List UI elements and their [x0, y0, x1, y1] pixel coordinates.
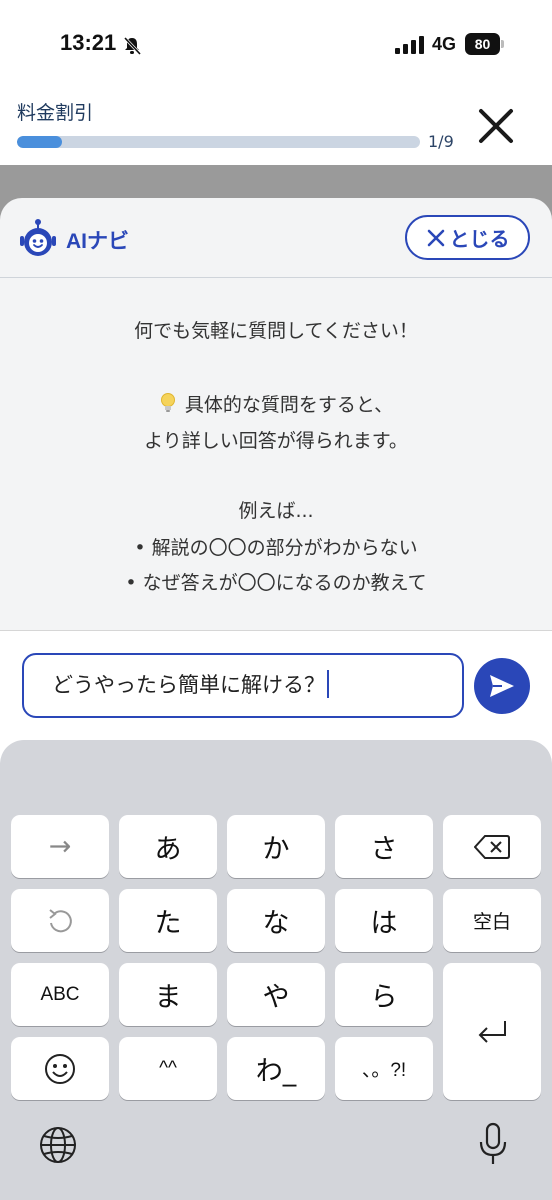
sheet-title: AIナビ — [66, 230, 129, 253]
close-icon — [427, 229, 444, 246]
space-key[interactable]: 空白 — [443, 889, 541, 952]
question-input-value: どうやったら簡単に解ける？ — [52, 673, 325, 697]
example-item: • 解説の〇〇の部分がわからない — [134, 537, 418, 559]
key-wa[interactable]: わ_ — [227, 1037, 325, 1100]
send-icon — [490, 675, 514, 697]
keyboard: → あ か さ た な は 空白 ABC ま や ら ^^ わ_ 、。?! — [0, 740, 552, 1200]
network-type: 4G — [432, 34, 457, 54]
backspace-icon — [474, 834, 510, 859]
key-kaomoji[interactable]: ^^ — [119, 1037, 217, 1100]
progress-bar — [17, 136, 420, 148]
sheet-header: AIナビ とじる — [0, 198, 552, 278]
key-ra[interactable]: ら — [335, 963, 433, 1026]
return-icon — [478, 1020, 506, 1043]
key-ma[interactable]: ま — [119, 963, 217, 1026]
return-key[interactable] — [443, 963, 541, 1100]
intro-message: 何でも気軽に質問してください！ — [134, 320, 418, 342]
tip-line-1-text: 具体的な質問をすると、 — [184, 394, 394, 416]
ai-navi-sheet: AIナビ とじる 何でも気軽に質問してください！ 具体的な質問をすると、 より詳… — [0, 198, 552, 630]
globe-icon[interactable] — [38, 1125, 78, 1165]
abc-key[interactable]: ABC — [11, 963, 109, 1026]
status-bar: 13:21 4G 80 — [0, 0, 552, 90]
microphone-icon[interactable] — [478, 1122, 508, 1166]
close-icon[interactable] — [476, 106, 516, 146]
key-ha[interactable]: は — [335, 889, 433, 952]
undo-icon — [49, 908, 72, 932]
robot-icon — [20, 219, 56, 256]
cellular-signal-icon — [395, 36, 424, 54]
key-sa[interactable]: さ — [335, 815, 433, 878]
lightbulb-icon — [160, 393, 175, 412]
close-button-label: とじる — [449, 227, 510, 251]
undo-key[interactable] — [11, 889, 109, 952]
tip-line-1: 具体的な質問をすると、 — [0, 390, 552, 417]
emoji-key[interactable] — [11, 1037, 109, 1100]
progress-fill — [17, 136, 62, 148]
battery-level: 80 — [465, 33, 500, 55]
key-a[interactable]: あ — [119, 815, 217, 878]
tip-line-2: より詳しい回答が得られます。 — [144, 430, 408, 452]
example-heading: 例えば... — [238, 500, 314, 522]
chat-input-row: どうやったら簡単に解ける？ — [0, 630, 552, 740]
emoji-icon — [45, 1053, 75, 1084]
key-na[interactable]: な — [227, 889, 325, 952]
text-caret — [327, 670, 329, 698]
page-title: 料金割引 — [17, 102, 94, 124]
key-ya[interactable]: や — [227, 963, 325, 1026]
bell-muted-icon — [123, 36, 142, 56]
question-input[interactable]: どうやったら簡単に解ける？ — [22, 653, 464, 718]
close-button[interactable]: とじる — [405, 215, 530, 260]
battery-icon: 80 — [465, 33, 505, 55]
status-time: 13:21 — [60, 30, 117, 55]
key-ka[interactable]: か — [227, 815, 325, 878]
progress-count: 1/9 — [428, 132, 454, 151]
key-arrow[interactable]: → — [11, 815, 109, 878]
send-button[interactable] — [474, 658, 530, 714]
delete-key[interactable] — [443, 815, 541, 878]
key-punctuation[interactable]: 、。?! — [335, 1037, 433, 1100]
example-item: • なぜ答えが〇〇になるのか教えて — [125, 572, 427, 594]
key-ta[interactable]: た — [119, 889, 217, 952]
quiz-header: 料金割引 1/9 — [0, 90, 552, 165]
